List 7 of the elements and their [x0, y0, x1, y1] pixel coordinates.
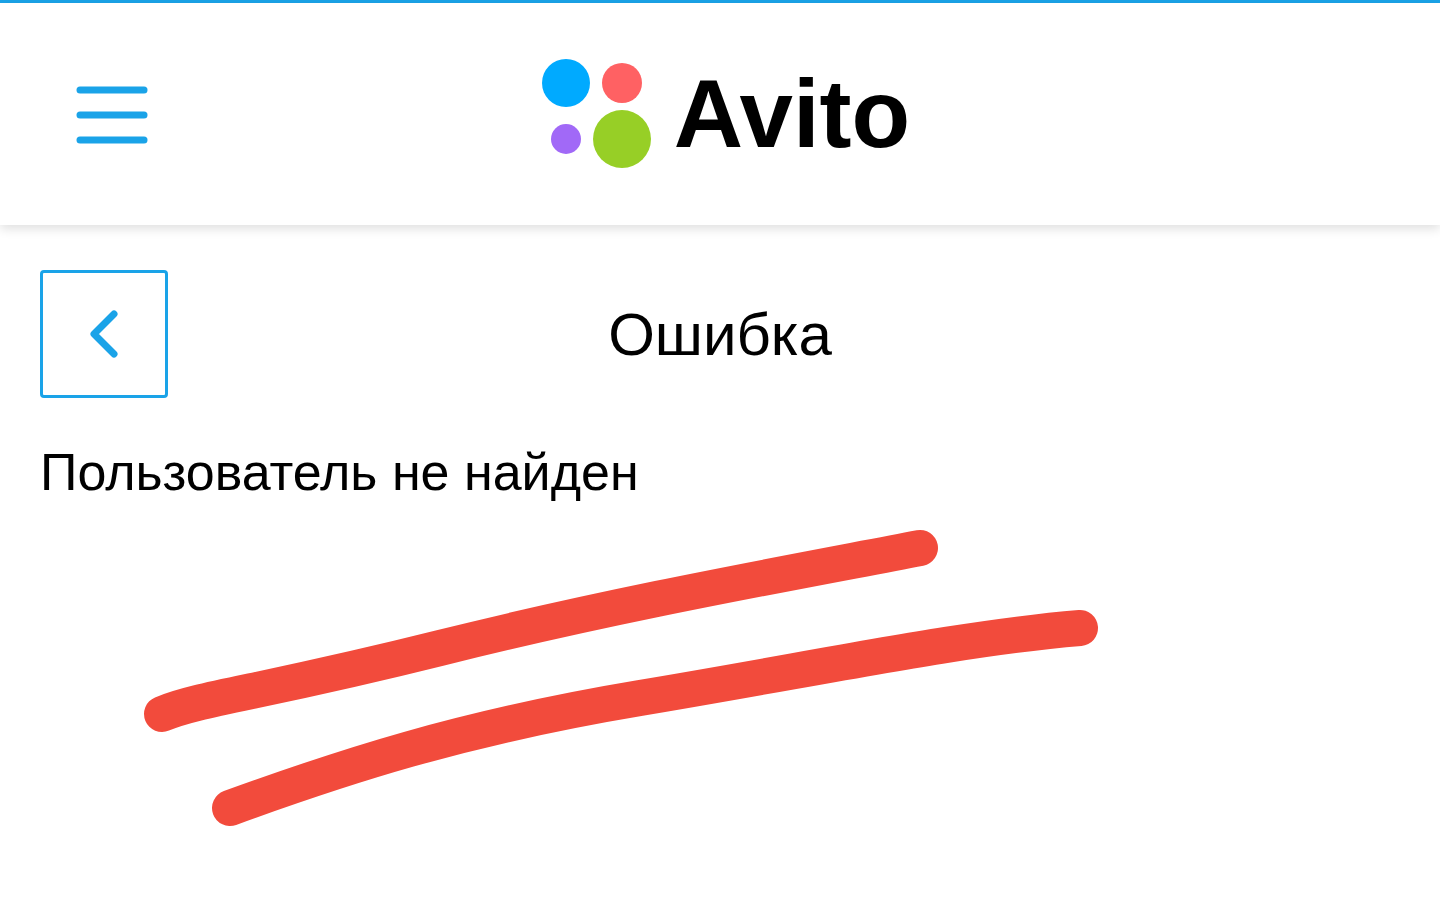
logo-dots-icon	[541, 59, 652, 169]
logo-text: Avito	[673, 59, 911, 169]
menu-icon	[76, 86, 148, 144]
page-title: Ошибка	[607, 299, 833, 369]
error-message: Пользователь не найден	[40, 442, 640, 502]
back-button[interactable]	[40, 270, 168, 398]
chevron-left-icon	[88, 310, 120, 358]
